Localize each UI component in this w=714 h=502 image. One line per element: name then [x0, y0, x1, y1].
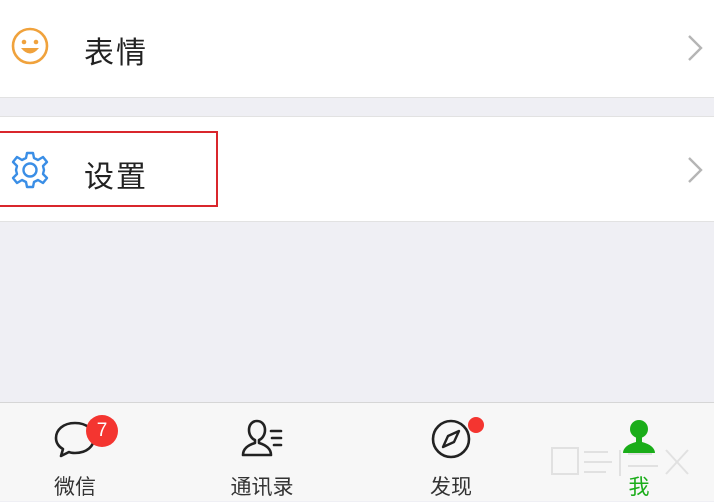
unread-count-badge: 7	[86, 415, 118, 447]
menu-item-label: 表情	[84, 36, 148, 71]
person-icon	[623, 420, 655, 453]
tab-label: 发现	[430, 475, 472, 499]
menu-item-settings[interactable]: 设置	[0, 116, 714, 222]
gear-icon	[11, 151, 49, 189]
tab-label: 我	[628, 475, 650, 499]
new-content-dot	[468, 417, 484, 433]
contacts-icon	[241, 419, 283, 457]
tab-label: 通讯录	[230, 475, 294, 499]
tab-discover[interactable]: 发现	[376, 403, 526, 502]
tab-chats[interactable]: 7 微信	[0, 403, 150, 502]
tab-me[interactable]: 我	[564, 403, 714, 502]
chevron-right-icon	[688, 157, 703, 183]
tab-label: 微信	[54, 475, 96, 499]
bottom-tab-bar: 7 微信 通讯录 发现 我	[0, 402, 714, 501]
menu-item-label: 设置	[84, 160, 148, 195]
tab-contacts[interactable]: 通讯录	[187, 403, 337, 502]
emoji-smile-icon	[11, 27, 49, 65]
chevron-right-icon	[688, 35, 703, 61]
menu-item-emoji[interactable]: 表情	[0, 0, 714, 98]
